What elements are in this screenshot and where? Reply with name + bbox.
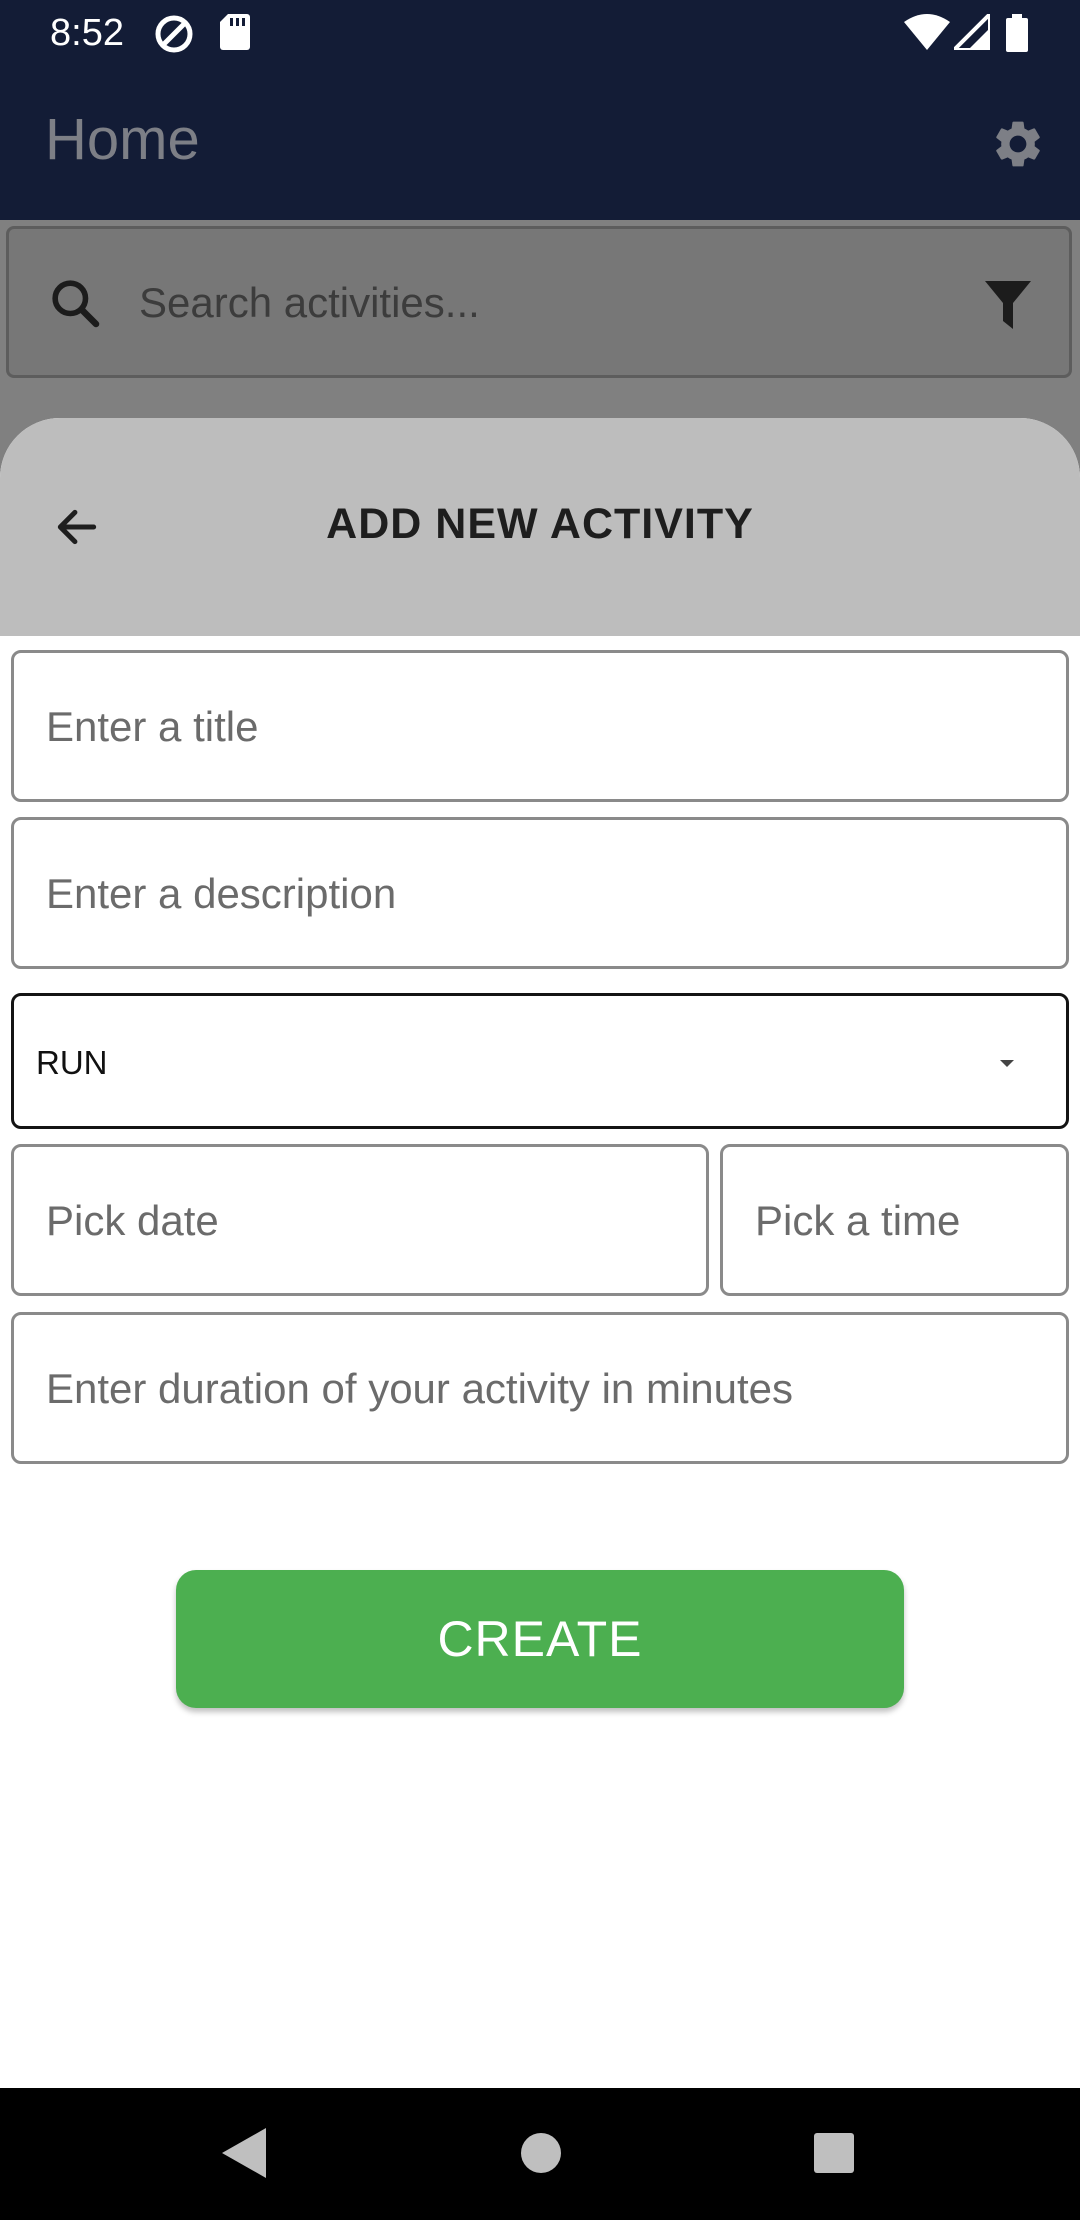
home-circle-icon[interactable] — [519, 2128, 563, 2183]
page-title: Home — [45, 107, 200, 172]
time-placeholder: Pick a time — [755, 1197, 961, 1244]
status-time: 8:52 — [50, 12, 124, 54]
sheet-title: ADD NEW ACTIVITY — [326, 500, 754, 548]
time-field[interactable]: Pick a time — [720, 1144, 1069, 1296]
duration-placeholder: Enter duration of your activity in minut… — [46, 1365, 794, 1412]
search-icon — [47, 275, 103, 336]
at-sign-icon — [154, 14, 194, 59]
status-bar: 8:52 — [0, 0, 1080, 66]
sheet-header: ADD NEW ACTIVITY — [0, 418, 1080, 636]
title-field[interactable]: Enter a title — [11, 650, 1069, 802]
sd-card-icon — [220, 14, 250, 55]
filter-icon[interactable] — [985, 281, 1031, 334]
description-placeholder: Enter a description — [46, 870, 397, 917]
app-bar: Home — [0, 66, 1080, 220]
battery-icon — [1006, 14, 1028, 57]
search-bar[interactable]: Search activities... — [6, 226, 1072, 378]
title-placeholder: Enter a title — [46, 703, 259, 750]
back-triangle-icon[interactable] — [222, 2128, 266, 2183]
recents-square-icon[interactable] — [812, 2128, 856, 2183]
system-nav-bar — [0, 2088, 1080, 2220]
gear-icon[interactable] — [990, 116, 1046, 177]
activity-type-value: RUN — [36, 1044, 108, 1081]
activity-type-select[interactable]: RUN — [11, 993, 1069, 1129]
create-button[interactable]: CREATE — [176, 1570, 904, 1708]
date-placeholder: Pick date — [46, 1197, 219, 1244]
search-input[interactable]: Search activities... — [139, 279, 480, 327]
wifi-icon — [904, 14, 950, 55]
date-field[interactable]: Pick date — [11, 1144, 709, 1296]
description-field[interactable]: Enter a description — [11, 817, 1069, 969]
duration-field[interactable]: Enter duration of your activity in minut… — [11, 1312, 1069, 1464]
signal-icon — [949, 9, 992, 55]
caret-down-icon — [1000, 1060, 1014, 1067]
add-activity-sheet: ADD NEW ACTIVITY Enter a title Enter a d… — [0, 418, 1080, 2088]
